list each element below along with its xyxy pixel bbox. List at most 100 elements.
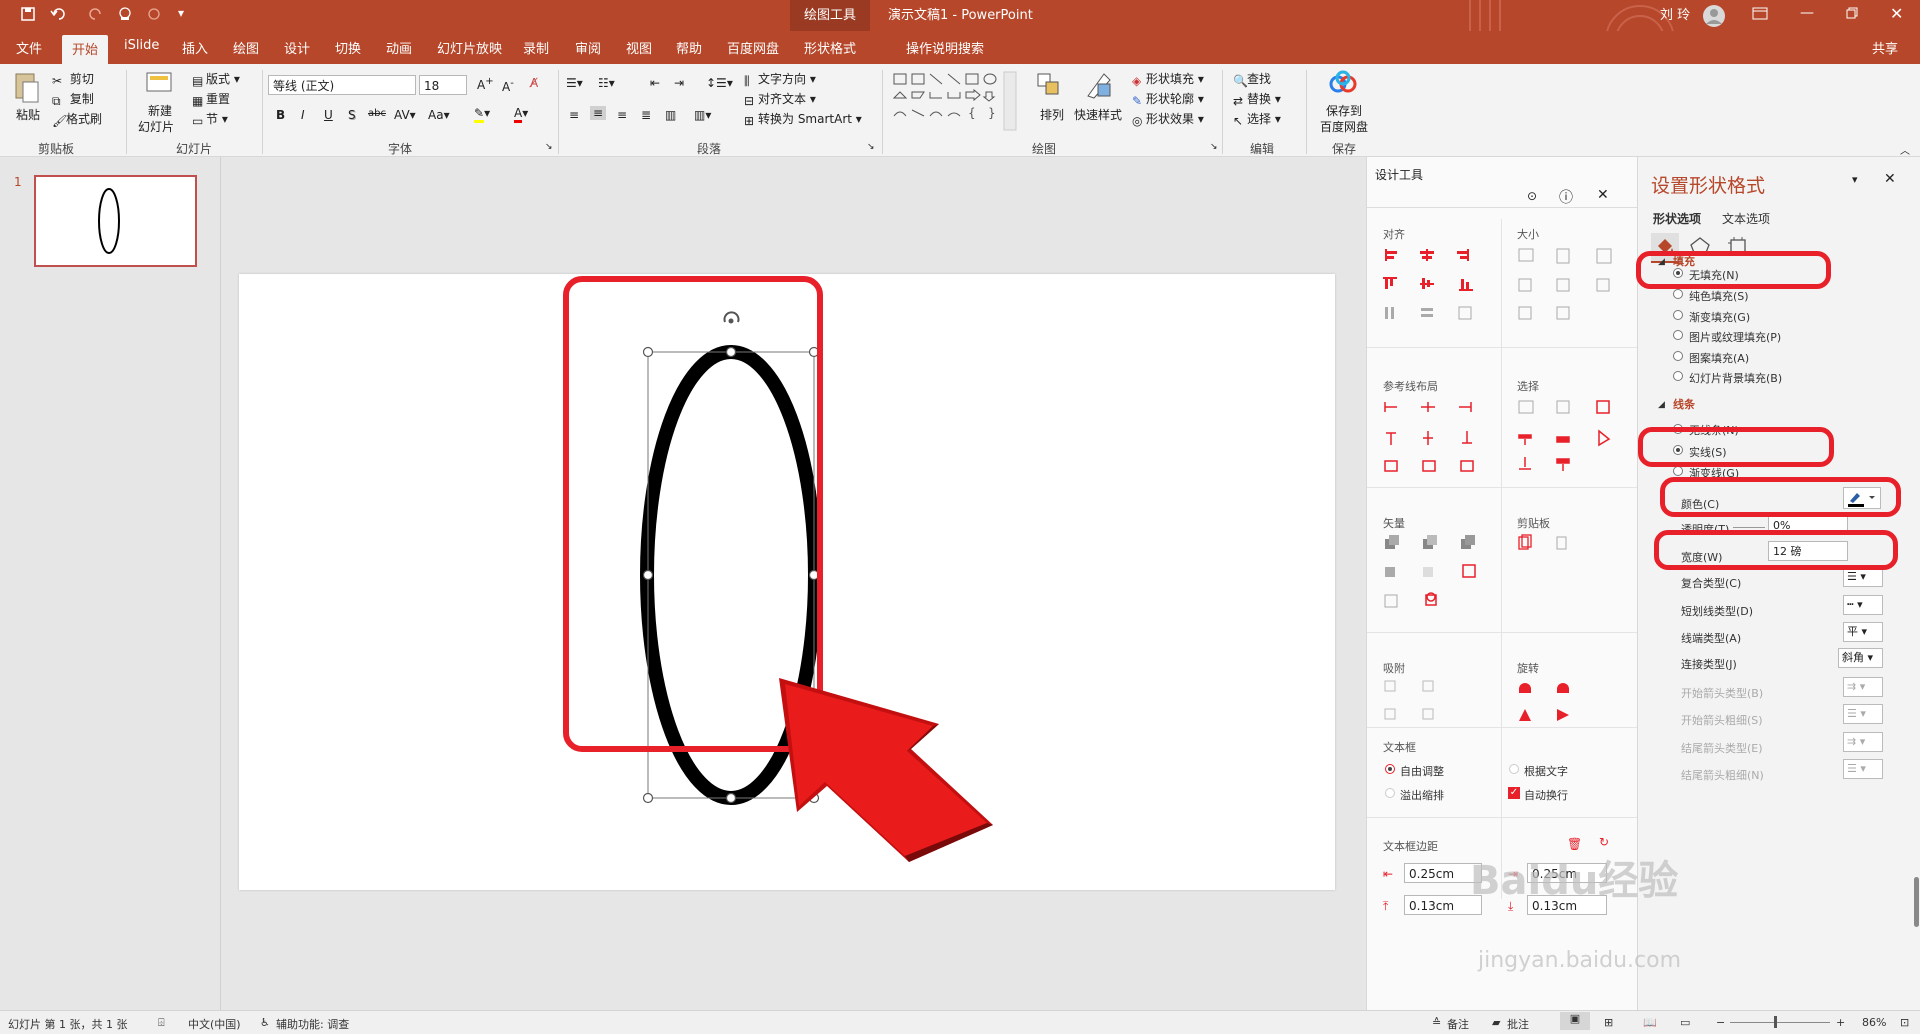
tab-review[interactable]: 审阅 (575, 38, 601, 57)
compound-type-dropdown[interactable]: ☰ ▾ (1843, 567, 1883, 587)
replace-button[interactable]: ⇄ 替换 ▾ (1233, 90, 1281, 108)
align-tools-icon[interactable] (1381, 245, 1491, 325)
wrap-checkbox[interactable]: ✓ (1508, 787, 1520, 799)
shapes-gallery[interactable]: {} (890, 70, 1018, 132)
tab-slideshow[interactable]: 幻灯片放映 (437, 38, 502, 57)
language-status[interactable]: 中文(中国) (188, 1016, 241, 1032)
minimize-icon[interactable]: — (1800, 5, 1814, 21)
avatar[interactable] (1702, 4, 1726, 31)
save-to-netdisk-label[interactable]: 百度网盘 (1320, 118, 1368, 135)
bold-button[interactable]: B (276, 108, 285, 122)
format-painter-button[interactable]: 🖌格式刷 (52, 110, 102, 128)
end-arrow-type-dropdown[interactable]: ⇉ ▾ (1843, 732, 1883, 752)
save-to-netdisk-button[interactable]: 保存到 (1326, 102, 1362, 119)
zoom-in-icon[interactable]: + (1836, 1016, 1845, 1029)
align-left-icon[interactable]: ≡ (569, 108, 579, 122)
undo-icon[interactable] (50, 6, 72, 26)
tab-baidu-netdisk[interactable]: 百度网盘 (727, 38, 779, 57)
join-type-dropdown[interactable]: 斜角 ▾ (1838, 648, 1883, 668)
reading-view-icon[interactable]: 📖 (1643, 1016, 1657, 1029)
restore-icon[interactable] (1845, 6, 1859, 23)
comments-button[interactable]: 批注 (1507, 1016, 1529, 1032)
close-pane-icon[interactable]: ✕ (1597, 187, 1609, 203)
cap-type-dropdown[interactable]: 平 ▾ (1843, 622, 1883, 642)
tab-view[interactable]: 视图 (626, 38, 652, 57)
char-spacing-icon[interactable]: AV▾ (394, 108, 416, 122)
slideshow-icon[interactable]: ▭ (1680, 1016, 1690, 1029)
new-slide-label[interactable]: 幻灯片 (138, 118, 174, 135)
font-color-icon[interactable]: A▾ (514, 106, 528, 123)
tab-draw[interactable]: 绘图 (233, 38, 259, 57)
tab-islide[interactable]: iSlide (124, 38, 159, 53)
tell-me-search[interactable]: 操作说明搜索 (906, 38, 984, 57)
clear-format-icon[interactable]: A̸ (530, 76, 538, 90)
select-tools-icon[interactable] (1515, 397, 1625, 477)
shrink-font-icon[interactable]: A- (502, 78, 514, 94)
shrink-radio[interactable] (1509, 764, 1519, 774)
shadow-button[interactable]: S (348, 108, 356, 122)
notes-button[interactable]: 备注 (1447, 1016, 1469, 1032)
tab-file[interactable]: 文件 (16, 38, 42, 57)
touch-mode-icon[interactable] (117, 6, 135, 26)
pin-icon[interactable]: ⊙ (1527, 189, 1537, 203)
dash-type-dropdown[interactable]: ┅ ▾ (1843, 595, 1883, 615)
font-size-combo[interactable]: 18 (419, 75, 467, 95)
new-slide-button[interactable]: 新建 (148, 102, 172, 119)
close-icon[interactable]: ✕ (1890, 4, 1903, 23)
redo-icon[interactable] (88, 6, 104, 26)
begin-arrow-size-dropdown[interactable]: ☰ ▾ (1843, 704, 1883, 724)
tab-text-options[interactable]: 文本选项 (1722, 210, 1770, 227)
zoom-slider[interactable] (1730, 1022, 1830, 1023)
tab-design[interactable]: 设计 (284, 38, 310, 57)
decrease-indent-icon[interactable]: ⇤ (650, 76, 660, 90)
layout-button[interactable]: ▤ 版式 ▾ (192, 70, 240, 88)
shape-outline-button[interactable]: ✎ 形状轮廓 ▾ (1132, 90, 1204, 108)
accessibility-status[interactable]: 辅助功能: 调查 (276, 1016, 349, 1032)
background-fill-radio[interactable] (1673, 371, 1683, 381)
collapse-ribbon-icon[interactable]: ︿ (1900, 142, 1910, 157)
line-spacing-icon[interactable]: ↕☰▾ (706, 76, 733, 90)
select-button[interactable]: ↖ 选择 ▾ (1233, 110, 1281, 128)
highlight-icon[interactable]: ✎▾ (474, 106, 490, 123)
end-arrow-size-dropdown[interactable]: ☰ ▾ (1843, 759, 1883, 779)
underline-button[interactable]: U (324, 108, 333, 122)
paste-icon[interactable] (14, 70, 40, 107)
find-button[interactable]: 🔍查找 (1233, 70, 1271, 88)
autofit-radio[interactable] (1385, 764, 1395, 774)
paste-button[interactable]: 粘贴 (16, 106, 40, 123)
pattern-fill-radio[interactable] (1673, 351, 1683, 361)
customize-icon[interactable]: ▾ (178, 6, 184, 20)
refresh-icon[interactable]: ↻ (1599, 835, 1609, 849)
begin-arrow-type-dropdown[interactable]: ⇉ ▾ (1843, 677, 1883, 697)
overflow-radio[interactable] (1385, 788, 1395, 798)
tab-shape-options[interactable]: 形状选项 (1653, 210, 1701, 227)
font-name-combo[interactable]: 等线 (正文) (268, 75, 416, 95)
tab-shape-format[interactable]: 形状格式 (804, 38, 856, 57)
line-header[interactable]: 线条 (1673, 396, 1695, 412)
align-text-button[interactable]: ⊟ 对齐文本 ▾ (744, 90, 816, 108)
justify-icon[interactable]: ≣ (641, 108, 651, 122)
guide-tools-icon[interactable] (1381, 397, 1491, 477)
shape-icon[interactable] (146, 6, 162, 26)
clipboard-tools-icon[interactable] (1515, 533, 1575, 557)
shape-effects-button[interactable]: ◎ 形状效果 ▾ (1132, 110, 1204, 128)
tab-animations[interactable]: 动画 (386, 38, 412, 57)
share-button[interactable]: 共享 (1872, 38, 1898, 57)
increase-indent-icon[interactable]: ⇥ (674, 76, 684, 90)
italic-button[interactable]: I (301, 108, 305, 122)
size-tools-icon[interactable] (1515, 245, 1625, 325)
strikethrough-button[interactable]: abc (368, 108, 386, 119)
distribute-icon[interactable]: ▥ (665, 108, 676, 122)
shape-fill-button[interactable]: ◈ 形状填充 ▾ (1132, 70, 1204, 88)
grow-font-icon[interactable]: A+ (477, 76, 494, 92)
pane-options-icon[interactable]: ▾ (1852, 173, 1858, 186)
zoom-out-icon[interactable]: − (1716, 1016, 1725, 1029)
help-icon[interactable]: ⓘ (1559, 187, 1573, 207)
vector-tools-icon[interactable] (1381, 533, 1491, 613)
align-center-icon[interactable]: ≡ (590, 106, 607, 120)
paragraph-dialog-launcher-icon[interactable]: ↘ (867, 142, 875, 152)
numbering-icon[interactable]: ☷▾ (598, 76, 615, 90)
new-slide-icon[interactable] (144, 70, 174, 99)
transparency-slider[interactable] (1733, 527, 1765, 528)
pane-scrollbar[interactable] (1914, 877, 1919, 927)
